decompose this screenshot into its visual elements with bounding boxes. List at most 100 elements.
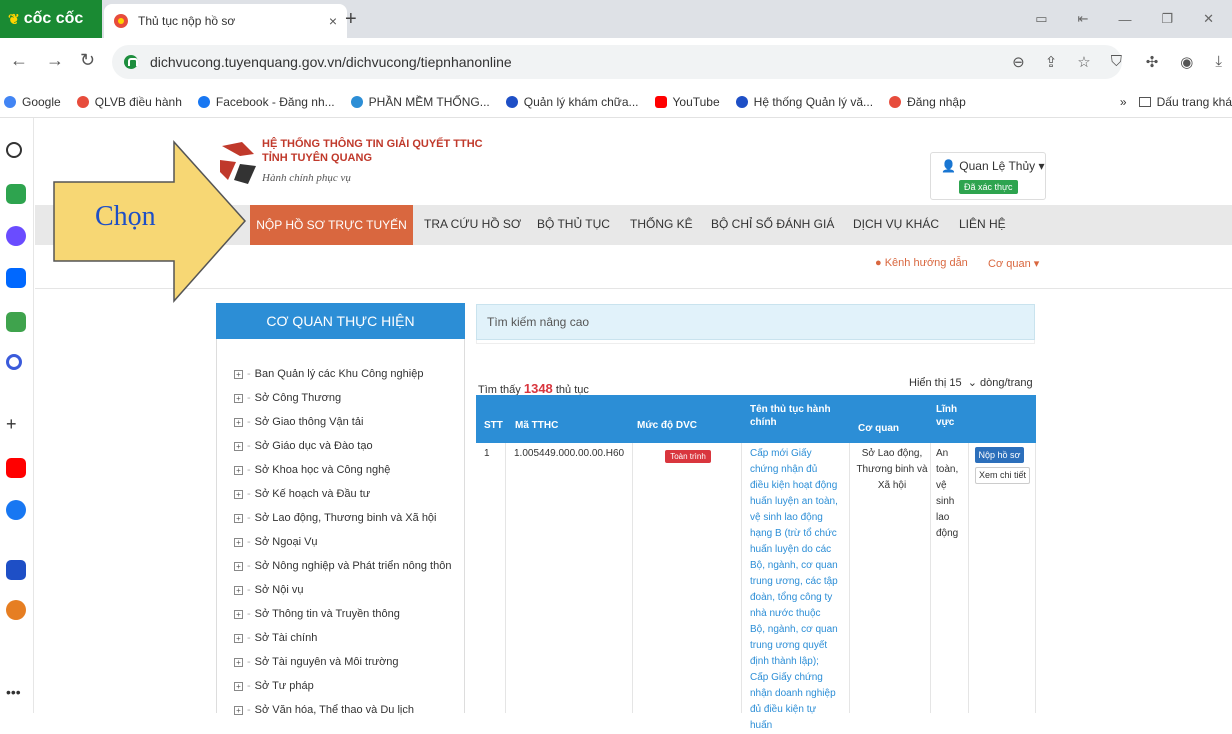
expand-icon[interactable]: + (234, 537, 243, 547)
submit-application-button[interactable]: Nộp hồ sơ (975, 447, 1024, 463)
more-icon[interactable]: ••• (6, 684, 26, 704)
view-detail-button[interactable]: Xem chi tiết (975, 467, 1030, 484)
address-bar-actions: ⊖ ⇪ ☆ ⛉ (1012, 53, 1122, 71)
share-icon[interactable]: ⇪ (1045, 53, 1058, 71)
agency-item[interactable]: + - Sở Nông nghiệp và Phát triển nông thôn (234, 554, 451, 578)
agency-item[interactable]: + - Sở Văn hóa, Thể thao và Du lịch (234, 698, 451, 722)
agency-item[interactable]: + - Sở Lao động, Thương binh và Xã hội (234, 506, 451, 530)
bookmark-label: QLVB điều hành (94, 94, 182, 109)
browser-brand[interactable]: ❦ cốc cốc (0, 0, 102, 38)
search-icon[interactable] (6, 354, 22, 370)
nav-item-dich-vu-khac[interactable]: DỊCH VỤ KHÁC (853, 217, 939, 231)
expand-icon[interactable]: + (234, 657, 243, 667)
expand-icon[interactable]: + (234, 417, 243, 427)
expand-icon[interactable]: + (234, 633, 243, 643)
window-controls: ▭ ⇤ — ❐ ✕ (1035, 0, 1232, 38)
app-icon[interactable] (6, 560, 26, 580)
per-page-select[interactable]: 15 ⌄ (949, 377, 977, 389)
restore-icon[interactable]: ❐ (1161, 11, 1173, 27)
facebook-sidebar-icon[interactable] (6, 500, 26, 520)
expand-icon[interactable]: + (234, 561, 243, 571)
download-icon[interactable]: ⤓ (1215, 53, 1222, 71)
reading-list-icon[interactable]: ▭ (1035, 11, 1047, 27)
bookmark-google[interactable]: Google (4, 95, 61, 109)
procedure-name-link[interactable]: Cấp mới Giấy chứng nhận đủ điều kiện hoạ… (750, 446, 838, 734)
youtube-sidebar-icon[interactable] (6, 458, 26, 478)
expand-icon[interactable]: + (234, 369, 243, 379)
messenger-icon[interactable] (6, 226, 26, 246)
agency-item[interactable]: + - Sở Tài nguyên và Môi trường (234, 650, 451, 674)
guide-label: Kênh hướng dẫn (884, 257, 968, 269)
agency-item[interactable]: + - Sở Giao thông Vận tải (234, 410, 451, 434)
agency-item[interactable]: + - Sở Ngoại Vụ (234, 530, 451, 554)
expand-icon[interactable]: + (234, 441, 243, 451)
advanced-search-toggle[interactable]: Tìm kiếm nâng cao (476, 304, 1035, 340)
expand-icon[interactable]: + (234, 513, 243, 523)
extensions-icon[interactable]: ✣ (1146, 53, 1159, 71)
close-window-icon[interactable]: ✕ (1203, 11, 1214, 27)
agency-item[interactable]: + - Sở Tư pháp (234, 674, 451, 698)
agency-item[interactable]: + - Sở Kế hoạch và Đầu tư (234, 482, 451, 506)
address-bar[interactable]: dichvucong.tuyenquang.gov.vn/dichvucong/… (112, 45, 1122, 79)
guide-link[interactable]: ● Kênh hướng dẫn (875, 257, 968, 269)
nav-item-thong-ke[interactable]: THỐNG KÊ (630, 217, 693, 231)
expand-icon[interactable]: + (234, 609, 243, 619)
agency-item[interactable]: + - Sở Công Thương (234, 386, 451, 410)
agency-item[interactable]: + - Sở Nội vụ (234, 578, 451, 602)
extension-sidebar-icon[interactable] (6, 600, 26, 620)
reload-icon[interactable]: ↻ (80, 50, 95, 71)
agency-dropdown[interactable]: Cơ quan ▾ (988, 257, 1039, 270)
expand-icon[interactable]: + (234, 489, 243, 499)
nav-item-bo-thu-tuc[interactable]: BỘ THỦ TỤC (537, 217, 610, 231)
bookmark-dang-nhap[interactable]: Đăng nhập (889, 95, 966, 109)
ai-icon[interactable] (6, 184, 26, 204)
bookmark-kham-chua[interactable]: Quản lý khám chữa... (505, 95, 639, 109)
zoom-icon[interactable]: ⊖ (1012, 53, 1025, 71)
info-icon: ● (875, 257, 882, 269)
bookmark-qlvb[interactable]: QLVB điều hành (76, 94, 182, 109)
bookmark-youtube[interactable]: YouTube (654, 95, 720, 109)
agency-item[interactable]: + - Sở Tài chính (234, 626, 451, 650)
add-icon[interactable]: + (6, 414, 26, 434)
agency-item[interactable]: + - Sở Thông tin và Truyền thông (234, 602, 451, 626)
favicon-icon (114, 14, 128, 28)
bookmark-facebook[interactable]: Facebook - Đăng nh... (197, 95, 335, 109)
agency-item-label: Ban Quản lý các Khu Công nghiệp (254, 368, 424, 380)
bookmarks-folder[interactable]: Dấu trang khá (1157, 95, 1232, 109)
new-tab-button[interactable]: + (345, 8, 357, 31)
profile-icon[interactable]: ◉ (1180, 53, 1193, 71)
shield-icon[interactable]: ⛉ (1111, 53, 1122, 71)
expand-icon[interactable]: + (234, 705, 243, 715)
nav-item-chi-so[interactable]: BỘ CHỈ SỐ ĐÁNH GIÁ (711, 217, 834, 231)
bookmarks-more-button[interactable]: » (1120, 95, 1127, 109)
agency-item-label: Sở Lao động, Thương binh và Xã hội (254, 512, 437, 524)
game-icon[interactable] (6, 312, 26, 332)
expand-icon[interactable]: + (234, 465, 243, 475)
agency-item[interactable]: + - Sở Giáo dục và Đào tạo (234, 434, 451, 458)
nav-item-nop-ho-so[interactable]: NỘP HỒ SƠ TRỰC TUYẾN (250, 205, 413, 245)
star-icon[interactable]: ☆ (1077, 53, 1090, 71)
back-icon[interactable]: ← (10, 50, 28, 71)
col-header-level: Mức độ DVC (637, 420, 698, 431)
history-icon[interactable] (6, 142, 22, 158)
forward-icon[interactable]: → (46, 50, 64, 71)
browser-tab[interactable]: Thủ tục nộp hồ sơ × (104, 4, 347, 38)
user-menu[interactable]: 👤 Quan Lệ Thủy ▾ Đã xác thực (930, 152, 1046, 200)
expand-icon[interactable]: + (234, 681, 243, 691)
sidebar-toggle-icon[interactable]: ⇤ (1078, 11, 1089, 27)
per-page-suffix: dòng/trang (980, 377, 1033, 389)
agency-item[interactable]: + - Sở Khoa học và Công nghệ (234, 458, 451, 482)
bookmark-phan-mem[interactable]: PHẦN MỀM THỐNG... (350, 95, 490, 109)
zalo-icon[interactable] (6, 268, 26, 288)
minimize-icon[interactable]: — (1118, 12, 1131, 27)
nav-item-lien-he[interactable]: LIÊN HỆ (959, 217, 1006, 231)
expand-icon[interactable]: + (234, 393, 243, 403)
row-code: 1.005449.000.00.00.H60 (514, 448, 625, 459)
agency-item[interactable]: + - Ban Quản lý các Khu Công nghiệp (234, 362, 451, 386)
col-divider (632, 443, 633, 713)
folder-icon (1138, 97, 1151, 107)
bookmark-he-thong[interactable]: Hệ thống Quản lý vă... (735, 95, 873, 109)
close-tab-icon[interactable]: × (329, 13, 337, 29)
nav-item-tra-cuu[interactable]: TRA CỨU HỒ SƠ (424, 217, 521, 231)
expand-icon[interactable]: + (234, 585, 243, 595)
